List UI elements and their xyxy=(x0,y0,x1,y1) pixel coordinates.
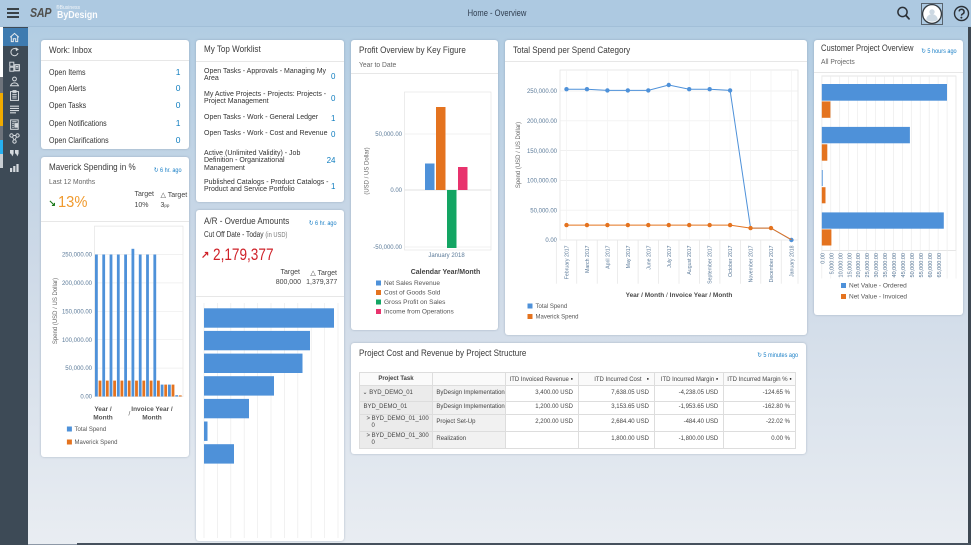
svg-text:150,000.00: 150,000.00 xyxy=(62,309,93,315)
svg-text:Invoice Year /: Invoice Year / xyxy=(131,406,173,413)
svg-text:5,000.00: 5,000.00 xyxy=(829,253,835,274)
svg-text:150,000.00: 150,000.00 xyxy=(526,149,557,155)
svg-text:Total Spend: Total Spend xyxy=(535,304,567,310)
svg-text:100,000.00: 100,000.00 xyxy=(62,337,93,343)
svg-text:15,000.00: 15,000.00 xyxy=(847,253,853,277)
svg-text:Cost of Goods Sold: Cost of Goods Sold xyxy=(384,290,441,297)
svg-text:Income from Operations: Income from Operations xyxy=(384,309,454,316)
svg-text:20,000.00: 20,000.00 xyxy=(856,253,862,277)
svg-text:250,000.00: 250,000.00 xyxy=(62,252,93,258)
svg-text:Spend (USD / US Dollar): Spend (USD / US Dollar) xyxy=(53,277,59,343)
svg-text:July 2017: July 2017 xyxy=(666,245,672,267)
svg-text:November 2017: November 2017 xyxy=(748,245,754,282)
svg-text:August 2017: August 2017 xyxy=(687,245,693,274)
svg-text:Month: Month xyxy=(142,414,162,421)
svg-text:35,000.00: 35,000.00 xyxy=(883,253,889,277)
svg-text:March 2017: March 2017 xyxy=(584,245,590,273)
svg-text:Year /: Year / xyxy=(94,406,112,413)
svg-text:200,000.00: 200,000.00 xyxy=(62,281,93,287)
svg-text:Net Sales Revenue: Net Sales Revenue xyxy=(384,280,440,287)
svg-text:Net Value - Ordered: Net Value - Ordered xyxy=(849,283,907,290)
svg-text:0.00: 0.00 xyxy=(80,394,92,400)
svg-text:50,000.00: 50,000.00 xyxy=(530,208,557,214)
svg-text:40,000.00: 40,000.00 xyxy=(892,253,898,277)
svg-text:(USD / US Dollar): (USD / US Dollar) xyxy=(365,147,371,194)
svg-text:10,000.00: 10,000.00 xyxy=(838,253,844,277)
svg-text:Maverick Spend: Maverick Spend xyxy=(535,315,578,321)
svg-text:Maverick Spend: Maverick Spend xyxy=(75,440,118,446)
svg-text:Year / Month / Invoice Year /: Year / Month / Invoice Year / Month xyxy=(625,292,732,299)
svg-text:200,000.00: 200,000.00 xyxy=(526,119,557,125)
svg-text:Net Value - Invoiced: Net Value - Invoiced xyxy=(849,294,907,301)
svg-text:0.00: 0.00 xyxy=(390,188,402,194)
svg-text:45,000.00: 45,000.00 xyxy=(901,253,907,277)
svg-text:October 2017: October 2017 xyxy=(728,245,734,277)
svg-text:/: / xyxy=(128,410,130,417)
svg-text:0.00: 0.00 xyxy=(820,253,826,264)
svg-text:0.00: 0.00 xyxy=(545,238,557,244)
svg-text:Gross Profit on Sales: Gross Profit on Sales xyxy=(384,299,446,306)
svg-text:Spend (USD / US Dollar): Spend (USD / US Dollar) xyxy=(516,122,522,188)
svg-text:30,000.00: 30,000.00 xyxy=(874,253,880,277)
svg-text:September 2017: September 2017 xyxy=(707,245,713,283)
svg-text:50,000.00: 50,000.00 xyxy=(375,132,402,138)
svg-text:60,000.00: 60,000.00 xyxy=(928,253,934,277)
svg-text:250,000.00: 250,000.00 xyxy=(526,89,557,95)
svg-text:February 2017: February 2017 xyxy=(564,245,570,279)
svg-text:Month: Month xyxy=(93,414,113,421)
svg-text:-50,000.00: -50,000.00 xyxy=(373,245,402,251)
svg-text:55,000.00: 55,000.00 xyxy=(919,253,925,277)
svg-text:April 2017: April 2017 xyxy=(605,245,611,268)
svg-text:January 2018: January 2018 xyxy=(789,245,795,277)
svg-text:25,000.00: 25,000.00 xyxy=(865,253,871,277)
svg-text:Total Spend: Total Spend xyxy=(75,427,107,433)
svg-text:January 2018: January 2018 xyxy=(428,253,465,259)
svg-text:May 2017: May 2017 xyxy=(625,245,631,268)
svg-text:Calendar Year/Month: Calendar Year/Month xyxy=(411,269,481,276)
svg-text:50,000.00: 50,000.00 xyxy=(65,366,92,372)
svg-text:65,000.00: 65,000.00 xyxy=(937,253,943,277)
svg-text:June 2017: June 2017 xyxy=(646,245,652,269)
svg-text:50,000.00: 50,000.00 xyxy=(910,253,916,277)
svg-text:100,000.00: 100,000.00 xyxy=(526,179,557,185)
svg-text:December 2017: December 2017 xyxy=(769,245,775,282)
